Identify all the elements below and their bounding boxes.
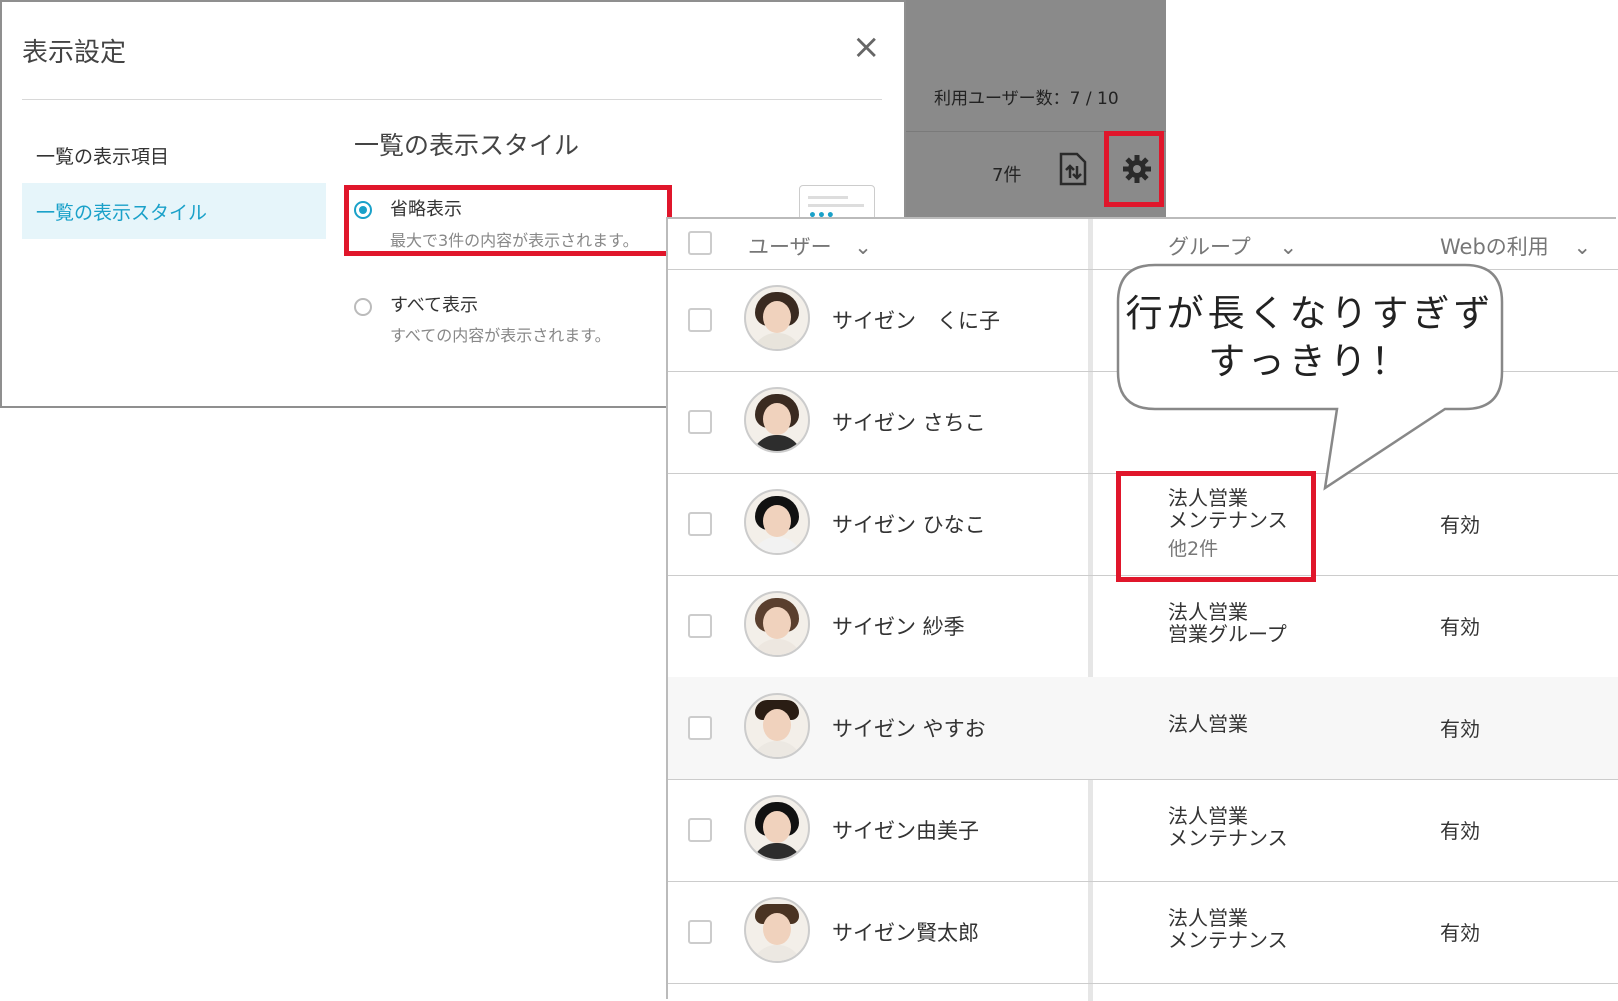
group-name: 法人営業 — [1168, 906, 1248, 930]
web-status: 有効 — [1440, 819, 1480, 843]
avatar — [744, 897, 810, 963]
menu-item-display-style[interactable]: 一覧の表示スタイル — [22, 183, 326, 239]
option-all-description: すべての内容が表示されます。 — [390, 326, 611, 345]
user-name[interactable]: サイゼン 紗季 — [832, 611, 965, 641]
table-row[interactable]: サイゼン 紗季 法人営業 営業グループ 有効 — [668, 575, 1618, 678]
avatar — [744, 285, 810, 351]
row-checkbox[interactable] — [688, 614, 712, 638]
group-name: メンテナンス — [1168, 928, 1288, 952]
row-checkbox[interactable] — [688, 308, 712, 332]
settings-highlight — [1104, 131, 1164, 207]
gear-icon[interactable] — [1122, 152, 1152, 186]
column-web-label: Webの利用 — [1440, 235, 1549, 259]
avatar — [744, 795, 810, 861]
select-all-checkbox[interactable] — [688, 231, 712, 255]
user-name[interactable]: サイゼン さちこ — [832, 407, 986, 437]
group-name: メンテナンス — [1168, 826, 1288, 850]
web-status: 有効 — [1440, 921, 1480, 945]
group-name: 営業グループ — [1168, 622, 1287, 646]
close-icon[interactable]: × — [852, 30, 881, 64]
dialog-title: 表示設定 — [22, 38, 127, 68]
table-row[interactable]: サイゼン由美子 法人営業 メンテナンス 有効 — [668, 779, 1618, 882]
user-count: 利用ユーザー数：7 / 10 — [934, 89, 1119, 109]
radio-show-all[interactable] — [354, 298, 372, 316]
column-group-label: グループ — [1168, 235, 1251, 259]
chevron-down-icon: ⌄ — [854, 235, 872, 259]
avatar — [744, 591, 810, 657]
omit-option-highlight — [344, 185, 672, 256]
chevron-down-icon: ⌄ — [1279, 235, 1298, 259]
row-checkbox[interactable] — [688, 818, 712, 842]
callout-line: すっきり！ — [1208, 340, 1412, 383]
user-groups: 法人営業 メンテナンス — [1168, 907, 1288, 951]
avatar — [744, 387, 810, 453]
user-name[interactable]: サイゼン由美子 — [832, 815, 979, 845]
row-checkbox[interactable] — [688, 716, 712, 740]
menu-item-label: 一覧の表示スタイル — [36, 202, 208, 224]
export-icon[interactable] — [1058, 152, 1088, 186]
column-user[interactable]: ユーザー ⌄ — [748, 231, 872, 261]
option-all-label: すべて表示 — [390, 295, 479, 316]
callout-line: 行が長くなりすぎず — [1125, 292, 1495, 335]
column-user-label: ユーザー — [748, 235, 832, 259]
column-group[interactable]: グループ ⌄ — [1168, 231, 1297, 261]
user-groups: 法人営業 メンテナンス — [1168, 805, 1288, 849]
web-status: 有効 — [1440, 513, 1480, 537]
avatar — [744, 693, 810, 759]
chevron-down-icon: ⌄ — [1573, 235, 1592, 259]
user-name[interactable]: サイゼン くに子 — [832, 305, 1000, 335]
column-web[interactable]: Webの利用 ⌄ — [1440, 231, 1591, 261]
web-status: 有効 — [1440, 615, 1480, 639]
table-row[interactable]: サイゼン やすお 法人営業 有効 — [668, 677, 1618, 780]
table-row[interactable]: サイゼン賢太郎 法人営業 メンテナンス 有効 — [668, 881, 1618, 984]
item-count: 7件 — [992, 165, 1022, 186]
group-name: 法人営業 — [1168, 600, 1248, 624]
callout-text: 行が長くなりすぎず すっきり！ — [1118, 290, 1502, 386]
user-groups: 法人営業 — [1168, 713, 1248, 735]
row-checkbox[interactable] — [688, 512, 712, 536]
user-groups: 法人営業 営業グループ — [1168, 601, 1287, 645]
web-status: 有効 — [1440, 717, 1480, 741]
group-name: 法人営業 — [1168, 712, 1248, 736]
section-title: 一覧の表示スタイル — [354, 131, 580, 160]
user-name[interactable]: サイゼン やすお — [832, 713, 986, 743]
group-name: 法人営業 — [1168, 804, 1248, 828]
user-name[interactable]: サイゼン賢太郎 — [832, 917, 979, 947]
row-checkbox[interactable] — [688, 920, 712, 944]
dialog-divider — [22, 99, 882, 100]
list-header-panel: 利用ユーザー数：7 / 10 7件 — [906, 0, 1166, 218]
row-checkbox[interactable] — [688, 410, 712, 434]
user-name[interactable]: サイゼン ひなこ — [832, 509, 986, 539]
avatar — [744, 489, 810, 555]
menu-item-display-items[interactable]: 一覧の表示項目 — [36, 142, 169, 169]
